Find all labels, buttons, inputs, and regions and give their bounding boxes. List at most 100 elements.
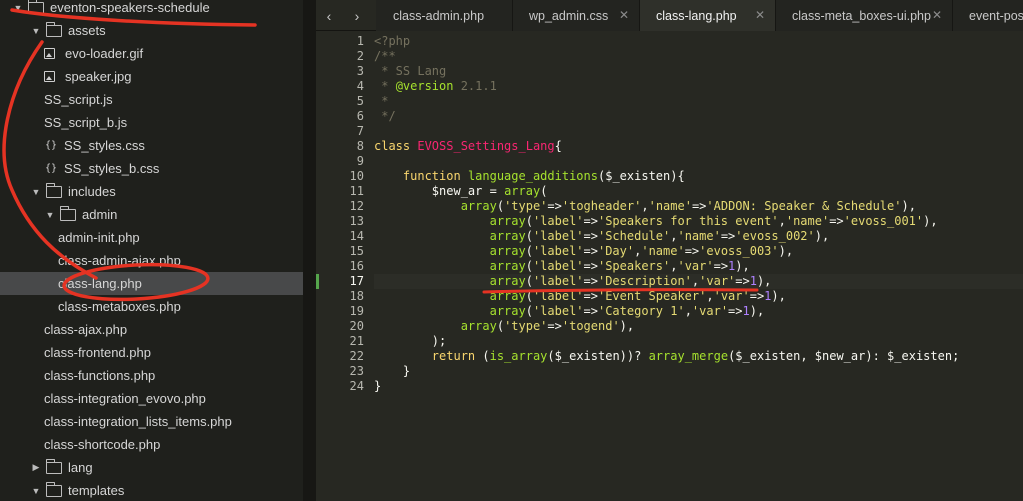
code-line[interactable]: * xyxy=(374,94,388,109)
tree-file[interactable]: SS_script.js xyxy=(0,88,303,111)
code-line[interactable]: array('label'=>'Category 1','var'=>1), xyxy=(374,304,765,319)
tree-item-label: SS_styles.css xyxy=(64,138,145,153)
tree-folder[interactable]: ▼ admin xyxy=(0,203,303,226)
code-token: 'Day' xyxy=(597,244,635,258)
line-number: 16 xyxy=(349,259,364,273)
line-number: 4 xyxy=(356,79,364,93)
code-token: ), xyxy=(814,229,830,243)
tree-file[interactable]: class-ajax.php xyxy=(0,318,303,341)
folder-icon xyxy=(45,458,62,474)
line-number: 18 xyxy=(349,289,364,303)
tree-file[interactable]: class-metaboxes.php xyxy=(0,295,303,318)
tree-item-label: lang xyxy=(68,460,93,475)
code-token: function xyxy=(402,169,468,183)
editor-tab[interactable]: class-meta_boxes-ui.php ✕ xyxy=(776,0,953,31)
code-line[interactable]: return (is_array($_existen))? array_merg… xyxy=(374,349,960,364)
line-number: 20 xyxy=(349,319,364,333)
code-line[interactable]: class EVOSS_Settings_Lang{ xyxy=(374,139,562,154)
tab-label: event-post xyxy=(969,8,1023,23)
tree-file[interactable]: {} SS_styles_b.css xyxy=(0,157,303,180)
code-line[interactable]: ); xyxy=(374,334,446,349)
tree-item-label: admin-init.php xyxy=(58,230,140,245)
code-line[interactable]: array('type'=>'togend'), xyxy=(374,319,634,334)
close-icon[interactable]: ✕ xyxy=(755,8,765,22)
line-number: 13 xyxy=(349,214,364,228)
tree-folder[interactable]: ▼ eventon-speakers-schedule xyxy=(0,0,303,19)
code-token: array xyxy=(489,304,526,318)
code-line[interactable]: */ xyxy=(374,109,395,124)
line-number: 15 xyxy=(349,244,364,258)
tree-file[interactable]: {} SS_styles.css xyxy=(0,134,303,157)
code-token: => xyxy=(583,229,598,243)
editor-tab[interactable]: class-admin.php xyxy=(376,0,513,31)
tree-file[interactable]: SS_script_b.js xyxy=(0,111,303,134)
tree-folder[interactable]: ▼ templates xyxy=(0,479,303,501)
tree-file[interactable]: class-admin-ajax.php xyxy=(0,249,303,272)
code-line[interactable]: array('label'=>'Schedule','name'=>'evoss… xyxy=(374,229,830,244)
code-token: => xyxy=(583,214,598,228)
code-line[interactable]: * SS Lang xyxy=(374,64,446,79)
tree-file[interactable]: evo-loader.gif xyxy=(0,42,303,65)
code-token: array xyxy=(460,319,497,333)
folder-icon xyxy=(45,481,62,497)
code-line[interactable]: array('label'=>'Event Speaker','var'=>1)… xyxy=(374,289,786,304)
tree-file[interactable]: class-functions.php xyxy=(0,364,303,387)
code-token: => xyxy=(583,289,598,303)
editor-tab[interactable]: class-lang.php ✕ xyxy=(640,0,776,31)
nav-back-button[interactable]: ‹ xyxy=(318,0,340,31)
code-line[interactable]: * @version 2.1.1 xyxy=(374,79,497,94)
code-line[interactable]: } xyxy=(374,379,381,394)
code-token: ( xyxy=(540,184,548,198)
tree-file[interactable]: class-integration_evovo.php xyxy=(0,387,303,410)
code-token: , xyxy=(778,214,786,228)
tree-file[interactable]: speaker.jpg xyxy=(0,65,303,88)
code-line[interactable]: $new_ar = array( xyxy=(374,184,548,199)
line-number: 23 xyxy=(349,364,364,378)
sidebar-divider[interactable] xyxy=(303,0,316,501)
chevron-left-icon: ‹ xyxy=(326,7,332,24)
chevron-down-icon[interactable]: ▼ xyxy=(30,486,42,496)
code-line[interactable]: array('type'=>'togheader','name'=>'ADDON… xyxy=(374,199,916,214)
code-token: $new_ar xyxy=(814,349,866,363)
chevron-down-icon[interactable]: ▼ xyxy=(30,187,42,197)
tree-file[interactable]: class-lang.php xyxy=(0,272,303,295)
editor-tab[interactable]: event-post xyxy=(953,0,1023,31)
code-token: 'label' xyxy=(532,244,584,258)
editor-tab[interactable]: wp_admin.css ✕ xyxy=(513,0,640,31)
code-line[interactable]: } xyxy=(374,364,410,379)
tree-file[interactable]: class-frontend.php xyxy=(0,341,303,364)
code-line[interactable]: array('label'=>'Speakers','var'=>1), xyxy=(374,259,750,274)
code-token: @version xyxy=(395,79,454,93)
tree-folder[interactable]: ▼ includes xyxy=(0,180,303,203)
code-line[interactable]: function language_additions($_existen){ xyxy=(374,169,685,184)
line-number: 5 xyxy=(356,94,364,108)
code-line[interactable]: array('label'=>'Speakers for this event'… xyxy=(374,214,938,229)
code-token: 'Event Speaker' xyxy=(597,289,707,303)
chevron-down-icon[interactable]: ▼ xyxy=(44,210,56,220)
line-number: 21 xyxy=(349,334,364,348)
chevron-down-icon[interactable]: ▼ xyxy=(12,3,24,13)
close-icon[interactable]: ✕ xyxy=(932,8,942,22)
tree-file[interactable]: class-integration_lists_items.php xyxy=(0,410,303,433)
tree-folder[interactable]: ▼ assets xyxy=(0,19,303,42)
tree-item-label: class-integration_lists_items.php xyxy=(44,414,232,429)
nav-forward-button[interactable]: › xyxy=(346,0,368,31)
tree-file[interactable]: admin-init.php xyxy=(0,226,303,249)
tree-folder[interactable]: ▶ lang xyxy=(0,456,303,479)
code-line[interactable]: array('label'=>'Description','var'=>1), xyxy=(374,274,772,289)
chevron-right-icon[interactable]: ▶ xyxy=(30,462,42,473)
code-line[interactable]: /** xyxy=(374,49,396,64)
code-line[interactable]: <?php xyxy=(374,34,410,49)
close-icon[interactable]: ✕ xyxy=(619,8,629,22)
code-token: 'label' xyxy=(532,289,584,303)
code-line[interactable]: array('label'=>'Day','name'=>'evoss_003'… xyxy=(374,244,794,259)
chevron-down-icon[interactable]: ▼ xyxy=(30,26,42,36)
code-token: => xyxy=(735,274,750,288)
line-number-gutter: 1 2 3 4 5 6 7 8 9 10 11 12 13 14 15 16 17 18 19 20 21 22 23 24 xyxy=(316,31,374,501)
line-number: 8 xyxy=(356,139,364,153)
code-editor[interactable]: 1 2 3 4 5 6 7 8 9 10 11 12 13 14 15 16 17 18 19 20 21 22 23 24 … xyxy=(316,31,1023,501)
code-token: ( xyxy=(525,289,533,303)
tree-file[interactable]: class-shortcode.php xyxy=(0,433,303,456)
